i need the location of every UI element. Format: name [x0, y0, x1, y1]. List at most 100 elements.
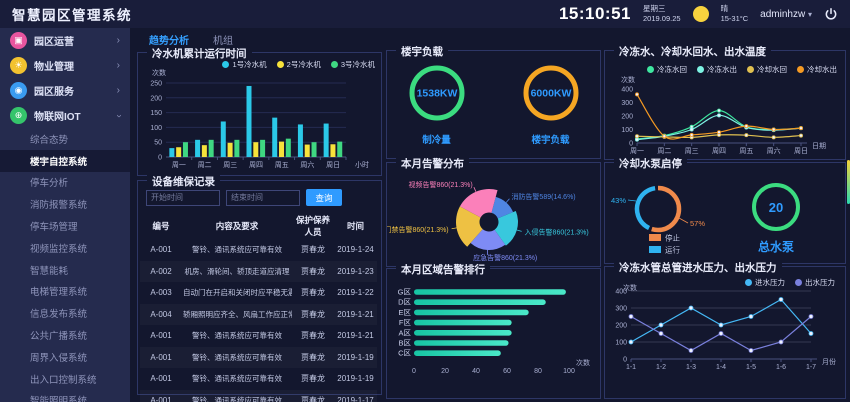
svg-text:周五: 周五: [739, 147, 753, 155]
table-row: A-003自动门在开启和关闭时应平稳无震荡贾春龙2019-1-22: [140, 282, 377, 304]
table-cell: 2019-1-22: [334, 282, 377, 304]
table-row: A-001警铃、通讯系统应可靠有效贾春龙2019-1-19: [140, 347, 377, 369]
panel-title: 冷冻水、冷却水回水、出水温度: [614, 44, 771, 59]
legend-swatch-icon: [647, 66, 654, 73]
sidebar-item-4[interactable]: ⊕物联网IOT›: [0, 103, 130, 128]
table-header: 保护保养人员: [292, 213, 334, 239]
svg-text:20: 20: [769, 200, 783, 215]
sidebar-subitem[interactable]: 视频监控系统: [0, 237, 130, 259]
svg-text:周二: 周二: [198, 161, 212, 169]
svg-text:0: 0: [158, 155, 162, 162]
sidebar-item-label: 物业管理: [34, 58, 74, 73]
sidebar-subitem[interactable]: 综合态势: [0, 128, 130, 150]
legend-item: 冷冻水出: [697, 64, 737, 75]
svg-text:100: 100: [621, 127, 633, 134]
gauge-label: 楼宇负载: [511, 132, 591, 146]
sidebar-subitem[interactable]: 消防报警系统: [0, 193, 130, 215]
table-cell: 自动门在开启和关闭时应平稳无震荡: [182, 282, 292, 304]
search-button[interactable]: 查询: [306, 189, 342, 206]
svg-text:1-7: 1-7: [806, 364, 816, 371]
table-header: 内容及要求: [182, 213, 292, 239]
panel-water-temp: 冷冻水、冷却水回水、出水温度 冷冻水回冷冻水出冷却水回冷却水出 次数 01002…: [604, 50, 846, 160]
user-menu[interactable]: adminhzw ▾: [760, 9, 812, 20]
sidebar-subitem[interactable]: 智慧能耗: [0, 259, 130, 281]
svg-text:总水泵: 总水泵: [758, 239, 794, 254]
table-cell: 贾春龙: [292, 390, 334, 402]
gauge-制冷量: 1538KW 制冷量: [397, 64, 477, 158]
table-cell: 警铃、通讯系统应可靠有效: [182, 239, 292, 261]
svg-text:日期: 日期: [812, 142, 826, 150]
svg-text:80: 80: [534, 368, 542, 375]
svg-text:应急告警860(21.3%): 应急告警860(21.3%): [473, 253, 537, 262]
svg-text:200: 200: [615, 323, 627, 330]
maintenance-table: 编号内容及要求保护保养人员时间 A-001警铃、通讯系统应可靠有效贾春龙2019…: [140, 213, 377, 402]
table-cell: 贾春龙: [292, 368, 334, 390]
table-cell: 轿厢照明应齐全、风扇工作应正常: [182, 304, 292, 326]
svg-text:0: 0: [412, 368, 416, 375]
svg-text:250: 250: [150, 81, 162, 88]
svg-text:小时: 小时: [355, 160, 369, 169]
panel-building-load: 楼宇负载 1538KW制冷量6000KW楼宇负载: [386, 50, 601, 159]
sidebar-subitem[interactable]: 出入口控制系统: [0, 368, 130, 390]
svg-text:A区: A区: [398, 328, 411, 337]
legend-item: 冷却水出: [797, 64, 837, 75]
table-cell: 2019-1-23: [334, 261, 377, 283]
chart-legend: 冷冻水回冷冻水出冷却水回冷却水出: [647, 64, 837, 75]
svg-text:1-1: 1-1: [626, 364, 636, 371]
svg-text:入侵告警860(21.3%): 入侵告警860(21.3%): [525, 228, 589, 237]
table-cell: 2019-1-19: [334, 347, 377, 369]
sidebar-subitem[interactable]: 楼宇自控系统: [0, 150, 130, 172]
table-cell: 贾春龙: [292, 347, 334, 369]
table-row: A-001警铃、通讯系统应可靠有效贾春龙2019-1-21: [140, 325, 377, 347]
panel-alarm-distribution: 本月告警分布 消防告警589(14.6%)入侵告警860(21.3%)应急告警8…: [386, 162, 601, 267]
svg-text:1-3: 1-3: [686, 364, 696, 371]
table-row: A-002机房、滑轮间、轿顶走道应清理贾春龙2019-1-23: [140, 261, 377, 283]
svg-text:周四: 周四: [712, 147, 726, 155]
svg-text:周三: 周三: [685, 147, 699, 155]
gauge-label: 制冷量: [397, 132, 477, 146]
sidebar-item-1[interactable]: ▣园区运营›: [0, 28, 130, 53]
table-header: 编号: [140, 213, 182, 239]
svg-text:100: 100: [563, 368, 575, 375]
date: 2019.09.25: [643, 14, 681, 24]
sidebar-subitem[interactable]: 周界入侵系统: [0, 346, 130, 368]
sidebar-subitem[interactable]: 电梯管理系统: [0, 281, 130, 303]
table-cell: A-002: [140, 261, 182, 283]
iot-icon: ⊕: [10, 107, 27, 124]
chart-legend: 1号冷水机2号冷水机3号冷水机: [222, 59, 375, 70]
svg-text:0: 0: [623, 357, 627, 364]
table-cell: 机房、滑轮间、轿顶走道应清理: [182, 261, 292, 283]
svg-text:视频告警860(21.3%): 视频告警860(21.3%): [408, 180, 472, 189]
table-row: A-001警铃、通讯系统应可靠有效贾春龙2019-1-19: [140, 368, 377, 390]
sidebar-subitem[interactable]: 停车场管理: [0, 215, 130, 237]
end-time-input[interactable]: [226, 190, 300, 206]
chart-building-load: 1538KW制冷量6000KW楼宇负载: [387, 51, 600, 158]
chart-pump-status: 43%57%停止运行20总水泵: [605, 163, 845, 263]
sidebar-subitem[interactable]: 智能照明系统: [0, 390, 130, 402]
svg-text:300: 300: [621, 100, 633, 107]
svg-text:门禁告警860(21.3%): 门禁告警860(21.3%): [387, 225, 449, 234]
date-block: 星期三 2019.09.25: [643, 4, 681, 24]
svg-text:1538KW: 1538KW: [416, 88, 457, 100]
sidebar-subitem[interactable]: 信息发布系统: [0, 302, 130, 324]
sidebar-subitem[interactable]: 停车分析: [0, 172, 130, 194]
svg-text:周日: 周日: [326, 161, 340, 169]
svg-text:E区: E区: [398, 308, 411, 317]
power-button[interactable]: [824, 7, 838, 21]
svg-text:次数: 次数: [576, 358, 590, 367]
svg-text:消防告警589(14.6%): 消防告警589(14.6%): [511, 192, 575, 201]
chart-chiller-hours: 050100150200250周一周二周三周四周五周六周日小时: [138, 75, 381, 175]
svg-text:50: 50: [154, 140, 162, 147]
svg-text:1-4: 1-4: [716, 364, 726, 371]
table-cell: 警铃、通讯系统应可靠有效: [182, 390, 292, 402]
svg-text:60: 60: [503, 368, 511, 375]
sidebar-subitem[interactable]: 公共广播系统: [0, 324, 130, 346]
legend-item: 冷却水回: [747, 64, 787, 75]
table-cell: A-001: [140, 239, 182, 261]
sidebar-item-3[interactable]: ◉园区服务›: [0, 78, 130, 103]
sidebar-item-2[interactable]: ☀物业管理›: [0, 53, 130, 78]
svg-text:1-2: 1-2: [656, 364, 666, 371]
panel-area-alarm-rank: 本月区域告警排行 G区D区E区F区A区B区C区020406080100次数: [386, 268, 601, 399]
panel-water-pressure: 冷冻水管总管进水压力、出水压力 进水压力出水压力 次数 010020030040…: [604, 266, 846, 399]
start-time-input[interactable]: [146, 190, 220, 206]
